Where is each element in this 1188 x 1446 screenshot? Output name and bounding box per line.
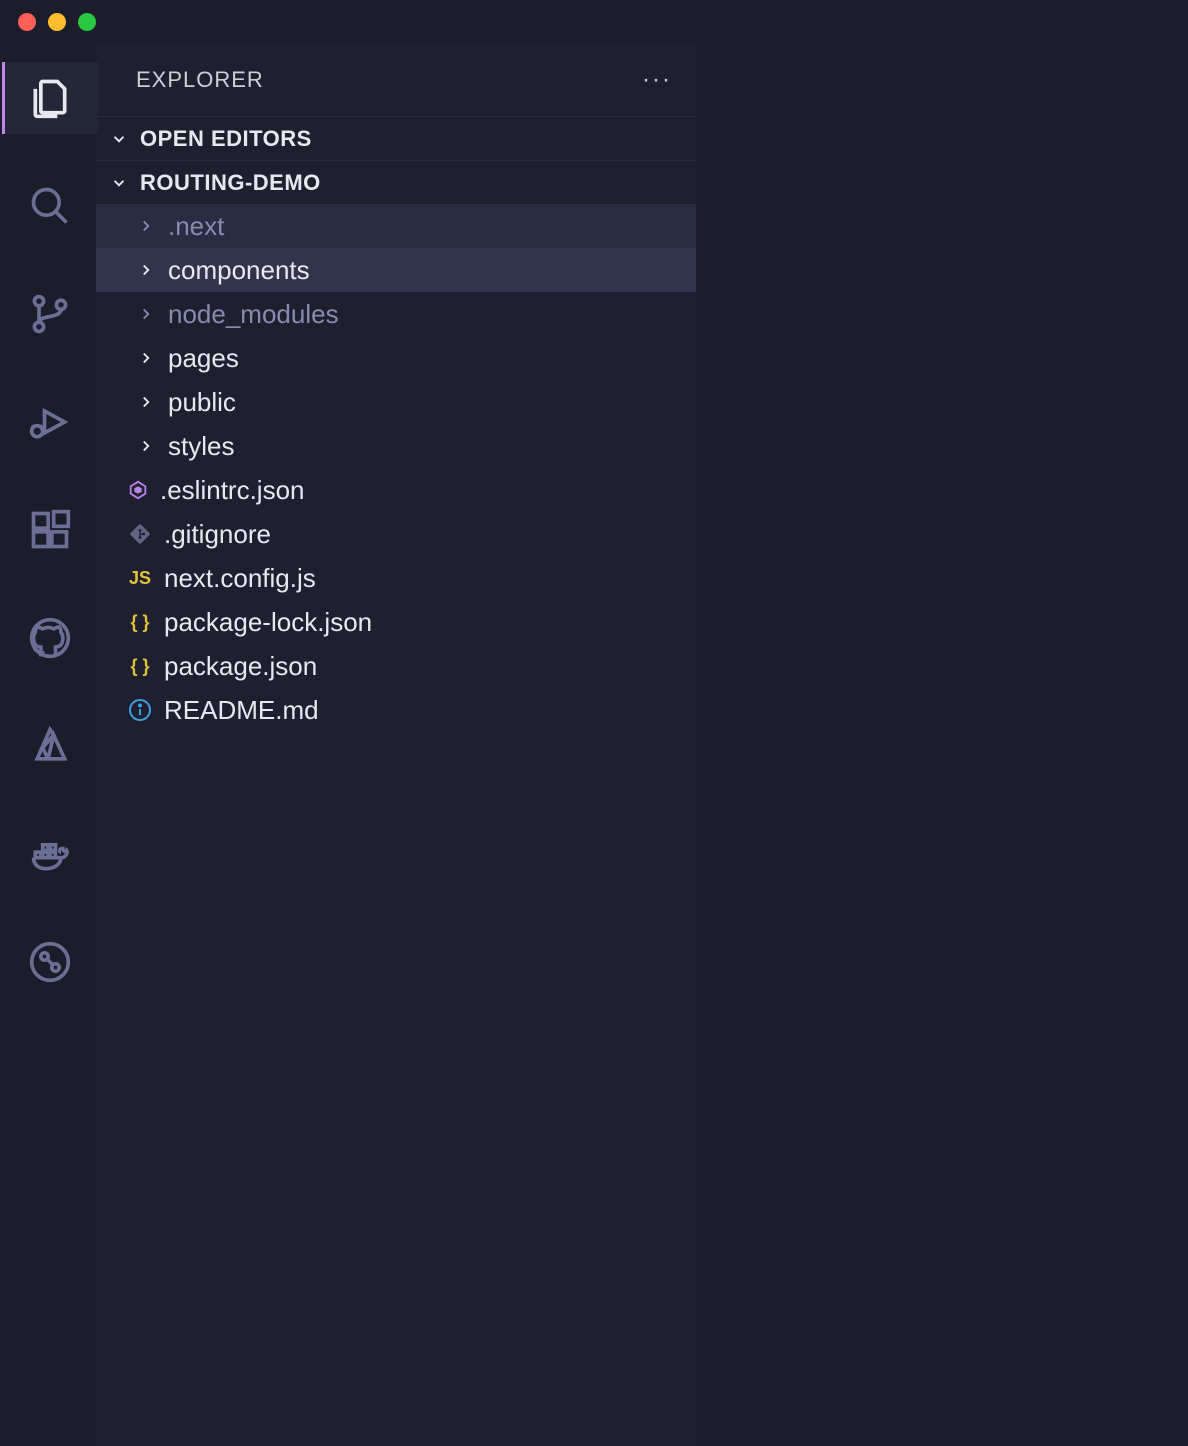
tree-item-label: components xyxy=(168,255,310,286)
info-icon xyxy=(126,696,154,724)
github-icon xyxy=(28,616,72,660)
tree-item-label: package-lock.json xyxy=(164,607,372,638)
chevron-right-icon xyxy=(134,217,158,235)
eslint-icon xyxy=(126,478,150,502)
azure-icon xyxy=(28,724,72,768)
file-readme[interactable]: README.md xyxy=(96,688,696,732)
chevron-down-icon xyxy=(108,130,130,148)
window-minimize-button[interactable] xyxy=(48,13,66,31)
section-label: ROUTING-DEMO xyxy=(140,170,321,196)
section-label: OPEN EDITORS xyxy=(140,126,312,152)
branch-icon xyxy=(28,292,72,336)
tree-item-label: node_modules xyxy=(168,299,339,330)
activity-extensions[interactable] xyxy=(2,494,98,566)
tree-item-label: package.json xyxy=(164,651,317,682)
main: EXPLORER ··· OPEN EDITORS ROUTING-DEMO xyxy=(0,44,1188,1446)
chevron-right-icon xyxy=(134,393,158,411)
activity-azure[interactable] xyxy=(2,710,98,782)
sidebar-title: EXPLORER xyxy=(136,67,264,93)
json-icon: { } xyxy=(126,652,154,680)
section-project-root[interactable]: ROUTING-DEMO xyxy=(96,160,696,204)
tree-item-label: README.md xyxy=(164,695,319,726)
chevron-right-icon xyxy=(134,261,158,279)
file-next-config[interactable]: JS next.config.js xyxy=(96,556,696,600)
folder-node-modules[interactable]: node_modules xyxy=(96,292,696,336)
gitlens-icon xyxy=(28,940,72,984)
folder-styles[interactable]: styles xyxy=(96,424,696,468)
file-package-json[interactable]: { } package.json xyxy=(96,644,696,688)
files-icon xyxy=(28,76,72,120)
window: EXPLORER ··· OPEN EDITORS ROUTING-DEMO xyxy=(0,0,1188,1446)
tree-item-label: .gitignore xyxy=(164,519,271,550)
activity-run-debug[interactable] xyxy=(2,386,98,458)
tree-item-label: .eslintrc.json xyxy=(160,475,305,506)
activity-docker[interactable] xyxy=(2,818,98,890)
tree-item-label: styles xyxy=(168,431,234,462)
editor-area xyxy=(696,44,1188,1446)
chevron-right-icon xyxy=(134,305,158,323)
window-maximize-button[interactable] xyxy=(78,13,96,31)
folder-pages[interactable]: pages xyxy=(96,336,696,380)
tree-item-label: pages xyxy=(168,343,239,374)
folder-next[interactable]: .next xyxy=(96,204,696,248)
chevron-right-icon xyxy=(134,349,158,367)
window-close-button[interactable] xyxy=(18,13,36,31)
file-eslintrc[interactable]: .eslintrc.json xyxy=(96,468,696,512)
docker-icon xyxy=(28,832,72,876)
json-icon: { } xyxy=(126,608,154,636)
tree-item-label: public xyxy=(168,387,236,418)
file-tree: .next components node_modules xyxy=(96,204,696,732)
play-bug-icon xyxy=(28,400,72,444)
section-open-editors[interactable]: OPEN EDITORS xyxy=(96,116,696,160)
js-icon: JS xyxy=(126,564,154,592)
activity-source-control[interactable] xyxy=(2,278,98,350)
titlebar xyxy=(0,0,1188,44)
activity-gitlens[interactable] xyxy=(2,926,98,998)
explorer-sidebar: EXPLORER ··· OPEN EDITORS ROUTING-DEMO xyxy=(96,44,696,1446)
activity-search[interactable] xyxy=(2,170,98,242)
chevron-right-icon xyxy=(134,437,158,455)
sidebar-more-button[interactable]: ··· xyxy=(642,66,672,94)
sidebar-header: EXPLORER ··· xyxy=(96,44,696,116)
git-icon xyxy=(126,520,154,548)
chevron-down-icon xyxy=(108,174,130,192)
file-package-lock[interactable]: { } package-lock.json xyxy=(96,600,696,644)
tree-item-label: next.config.js xyxy=(164,563,316,594)
search-icon xyxy=(28,184,72,228)
folder-components[interactable]: components xyxy=(96,248,696,292)
extensions-icon xyxy=(28,508,72,552)
folder-public[interactable]: public xyxy=(96,380,696,424)
file-gitignore[interactable]: .gitignore xyxy=(96,512,696,556)
activity-bar xyxy=(0,44,96,1446)
tree-item-label: .next xyxy=(168,211,224,242)
activity-explorer[interactable] xyxy=(2,62,98,134)
activity-github[interactable] xyxy=(2,602,98,674)
